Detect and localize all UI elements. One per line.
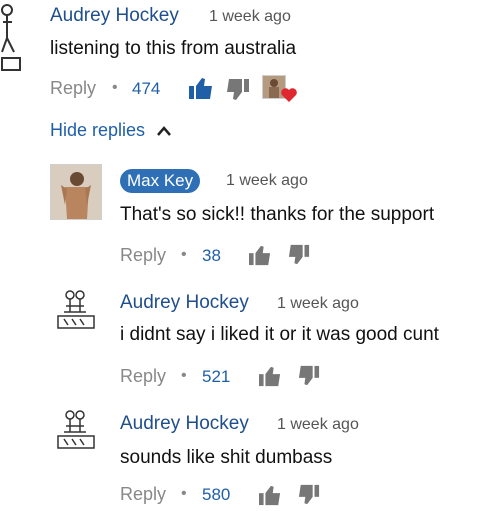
reply-button[interactable]: Reply [50, 78, 96, 99]
doodle-avatar-icon [57, 410, 95, 449]
doodle-avatar-icon [1, 4, 21, 71]
separator-dot: • [181, 485, 187, 502]
like-count: 521 [202, 367, 231, 386]
reply-author[interactable]: Audrey Hockey [120, 292, 249, 314]
reply-text: That's so sick!! thanks for the support [120, 204, 435, 225]
like-count: 38 [202, 246, 221, 265]
reply-button[interactable]: Reply [120, 245, 166, 266]
separator-dot: • [181, 246, 187, 263]
commenter-avatar[interactable] [0, 0, 24, 80]
dislike-button[interactable] [298, 365, 320, 392]
reply-author[interactable]: Audrey Hockey [120, 413, 249, 435]
chevron-up-icon[interactable] [156, 125, 172, 137]
reply-avatar[interactable] [50, 164, 102, 220]
dislike-button[interactable] [226, 78, 250, 107]
thumbs-down-icon [227, 79, 249, 100]
reply-timestamp[interactable]: 1 week ago [226, 172, 308, 190]
person-photo-icon [51, 165, 101, 219]
like-count: 580 [202, 485, 231, 504]
thumbs-up-icon [259, 366, 281, 387]
hide-replies-label[interactable]: Hide replies [50, 120, 145, 140]
reply-avatar[interactable] [50, 288, 102, 334]
doodle-avatar-icon [57, 290, 95, 329]
reply-timestamp[interactable]: 1 week ago [277, 295, 359, 313]
reply-timestamp[interactable]: 1 week ago [277, 416, 359, 434]
dislike-button[interactable] [298, 484, 320, 511]
comment-author[interactable]: Audrey Hockey [50, 5, 179, 27]
channel-owner-badge[interactable]: Max Key [120, 169, 201, 193]
hide-replies-link[interactable]: Hide replies [50, 120, 172, 141]
thumbs-down-icon [298, 365, 320, 386]
separator-dot: • [112, 79, 118, 96]
reply-avatar[interactable] [50, 408, 102, 454]
reply-button[interactable]: Reply [120, 366, 166, 387]
thumbs-up-icon [189, 78, 212, 99]
reply-text: sounds like shit dumbass [120, 447, 333, 468]
comment-timestamp[interactable]: 1 week ago [209, 8, 291, 26]
like-button[interactable] [188, 76, 214, 105]
thumbs-up-icon [259, 485, 281, 506]
heart-icon [280, 87, 298, 108]
like-count: 474 [132, 79, 161, 98]
comment-text: listening to this from australia [50, 38, 297, 59]
thumbs-down-icon [298, 484, 320, 505]
dislike-button[interactable] [288, 244, 310, 271]
thumbs-down-icon [288, 244, 310, 265]
reply-text: i didnt say i liked it or it was good cu… [120, 324, 439, 345]
separator-dot: • [181, 367, 187, 384]
like-button[interactable] [258, 484, 282, 511]
thumbs-up-icon [249, 245, 271, 266]
like-button[interactable] [248, 244, 272, 271]
like-button[interactable] [258, 365, 282, 392]
